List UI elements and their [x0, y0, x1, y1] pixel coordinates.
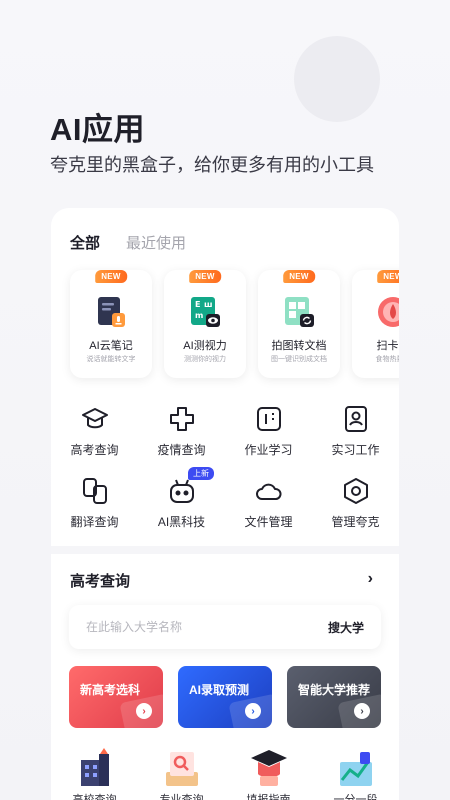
page-title: AI应用	[50, 112, 145, 147]
new-badge: NEW	[377, 270, 399, 283]
cloud-icon	[255, 483, 282, 500]
scan-doc-icon	[285, 297, 314, 327]
featured-name: 拍图转文档	[271, 340, 327, 352]
featured-ai-vision[interactable]: NEW E ш m AI测视力 测测你的视力	[164, 270, 246, 378]
section-more-arrow[interactable]: ›	[368, 570, 373, 588]
section-divider	[51, 546, 399, 554]
grid-item-files[interactable]: 文件管理	[225, 476, 312, 530]
promo-label: 智能大学推荐	[298, 683, 371, 697]
featured-name: AI云笔记	[89, 340, 133, 352]
grid-item-manage[interactable]: 管理夸克	[312, 476, 399, 530]
grid-label: AI黑科技	[157, 515, 206, 529]
section-title: 高考查询	[70, 573, 131, 590]
grid-label: 高考查询	[70, 443, 119, 457]
university-search-input[interactable]	[86, 620, 328, 634]
bottom-item-majors[interactable]: 专业查询	[138, 748, 225, 800]
grid-item-epidemic[interactable]: 疫情查询	[138, 404, 225, 458]
note-icon	[98, 297, 125, 327]
robot-icon	[169, 479, 194, 503]
featured-ai-note[interactable]: NEW AI云笔记 说话就能转文字	[70, 270, 152, 378]
guide-cap-icon	[250, 750, 287, 786]
homework-icon	[256, 407, 281, 431]
badge-person-icon	[344, 406, 367, 432]
promo-subject-selection[interactable]: 新高考选科 ›	[69, 666, 163, 728]
grid-label: 管理夸克	[331, 515, 380, 529]
promo-go-icon: ›	[136, 703, 152, 719]
featured-name: 扫卡路	[376, 340, 400, 352]
decorative-circle	[294, 36, 380, 122]
calorie-icon	[378, 297, 399, 327]
grid-item-internship[interactable]: 实习工作	[312, 404, 399, 458]
featured-desc: 食物热量一	[375, 356, 400, 363]
svg-text:ш: ш	[204, 300, 213, 309]
bottom-item-schools[interactable]: 高校查询	[51, 748, 138, 800]
svg-text:E: E	[195, 300, 200, 309]
score-chart-icon	[339, 752, 372, 786]
grid-label: 作业学习	[244, 443, 293, 457]
new-badge: NEW	[283, 270, 315, 283]
featured-desc: 说话就能转文字	[86, 356, 136, 363]
grid-label: 文件管理	[244, 515, 293, 529]
new-badge: NEW	[95, 270, 127, 283]
bottom-item-score-rank[interactable]: 一分一段	[312, 748, 399, 800]
major-search-icon	[165, 752, 198, 786]
featured-photo-doc[interactable]: NEW 拍图转文档 图一键识别成文档	[258, 270, 340, 378]
promo-admission-predict[interactable]: AI录取预测 ›	[178, 666, 272, 728]
featured-name: AI测视力	[183, 340, 227, 352]
university-search-box: 搜大学	[69, 605, 381, 649]
medical-cross-icon	[169, 407, 194, 431]
featured-row: NEW AI云笔记 说话就能转文字 NEW E ш m AI测视力 测测你的视力…	[70, 270, 399, 378]
promo-university-recommend[interactable]: 智能大学推荐 ›	[287, 666, 381, 728]
tab-all[interactable]: 全部	[70, 232, 100, 253]
grid-label: 实习工作	[331, 443, 380, 457]
hexagon-icon	[343, 478, 368, 504]
grid-item-translate[interactable]: 翻译查询	[51, 476, 138, 530]
bottom-label: 专业查询	[159, 794, 204, 800]
grid-label: 翻译查询	[70, 515, 119, 529]
grid-item-gaokao[interactable]: 高考查询	[51, 404, 138, 458]
graduation-cap-icon	[81, 408, 108, 429]
promo-label: 新高考选科	[80, 683, 141, 697]
promo-row: 新高考选科 › AI录取预测 › 智能大学推荐 ›	[69, 666, 381, 728]
page-subtitle: 夸克里的黑盒子，给你更多有用的小工具	[50, 155, 374, 175]
featured-calorie[interactable]: NEW 扫卡路 食物热量一	[352, 270, 399, 378]
tools-card: 全部 最近使用 NEW AI云笔记 说话就能转文字 NEW E ш m AI测视…	[51, 208, 399, 800]
eye-chart-icon: E ш m	[191, 297, 220, 327]
bottom-item-guide[interactable]: 填报指南	[225, 748, 312, 800]
grid-item-homework[interactable]: 作业学习	[225, 404, 312, 458]
featured-desc: 图一键识别成文档	[271, 356, 327, 363]
tool-grid: 高考查询 疫情查询 作业学习 实习工作 翻译查询 上新 AI黑科技 文件管理 管…	[51, 404, 399, 530]
promo-go-icon: ›	[354, 703, 370, 719]
grid-item-ai-tech[interactable]: 上新 AI黑科技	[138, 467, 225, 530]
new-tag: 上新	[188, 467, 214, 480]
tab-recent[interactable]: 最近使用	[126, 232, 186, 253]
new-badge: NEW	[189, 270, 221, 283]
promo-label: AI录取预测	[189, 683, 250, 697]
bottom-tools-row: 高校查询 专业查询 填报指南 一分一段	[51, 748, 399, 800]
bottom-label: 填报指南	[246, 794, 291, 800]
school-building-icon	[80, 748, 109, 786]
grid-label: 疫情查询	[157, 443, 206, 457]
bottom-label: 高校查询	[72, 794, 117, 800]
svg-text:m: m	[195, 311, 203, 320]
promo-go-icon: ›	[245, 703, 261, 719]
featured-desc: 测测你的视力	[184, 356, 226, 363]
bottom-label: 一分一段	[333, 794, 378, 800]
search-university-button[interactable]: 搜大学	[328, 619, 364, 636]
tab-bar: 全部 最近使用	[70, 232, 186, 253]
translate-icon	[82, 478, 107, 504]
